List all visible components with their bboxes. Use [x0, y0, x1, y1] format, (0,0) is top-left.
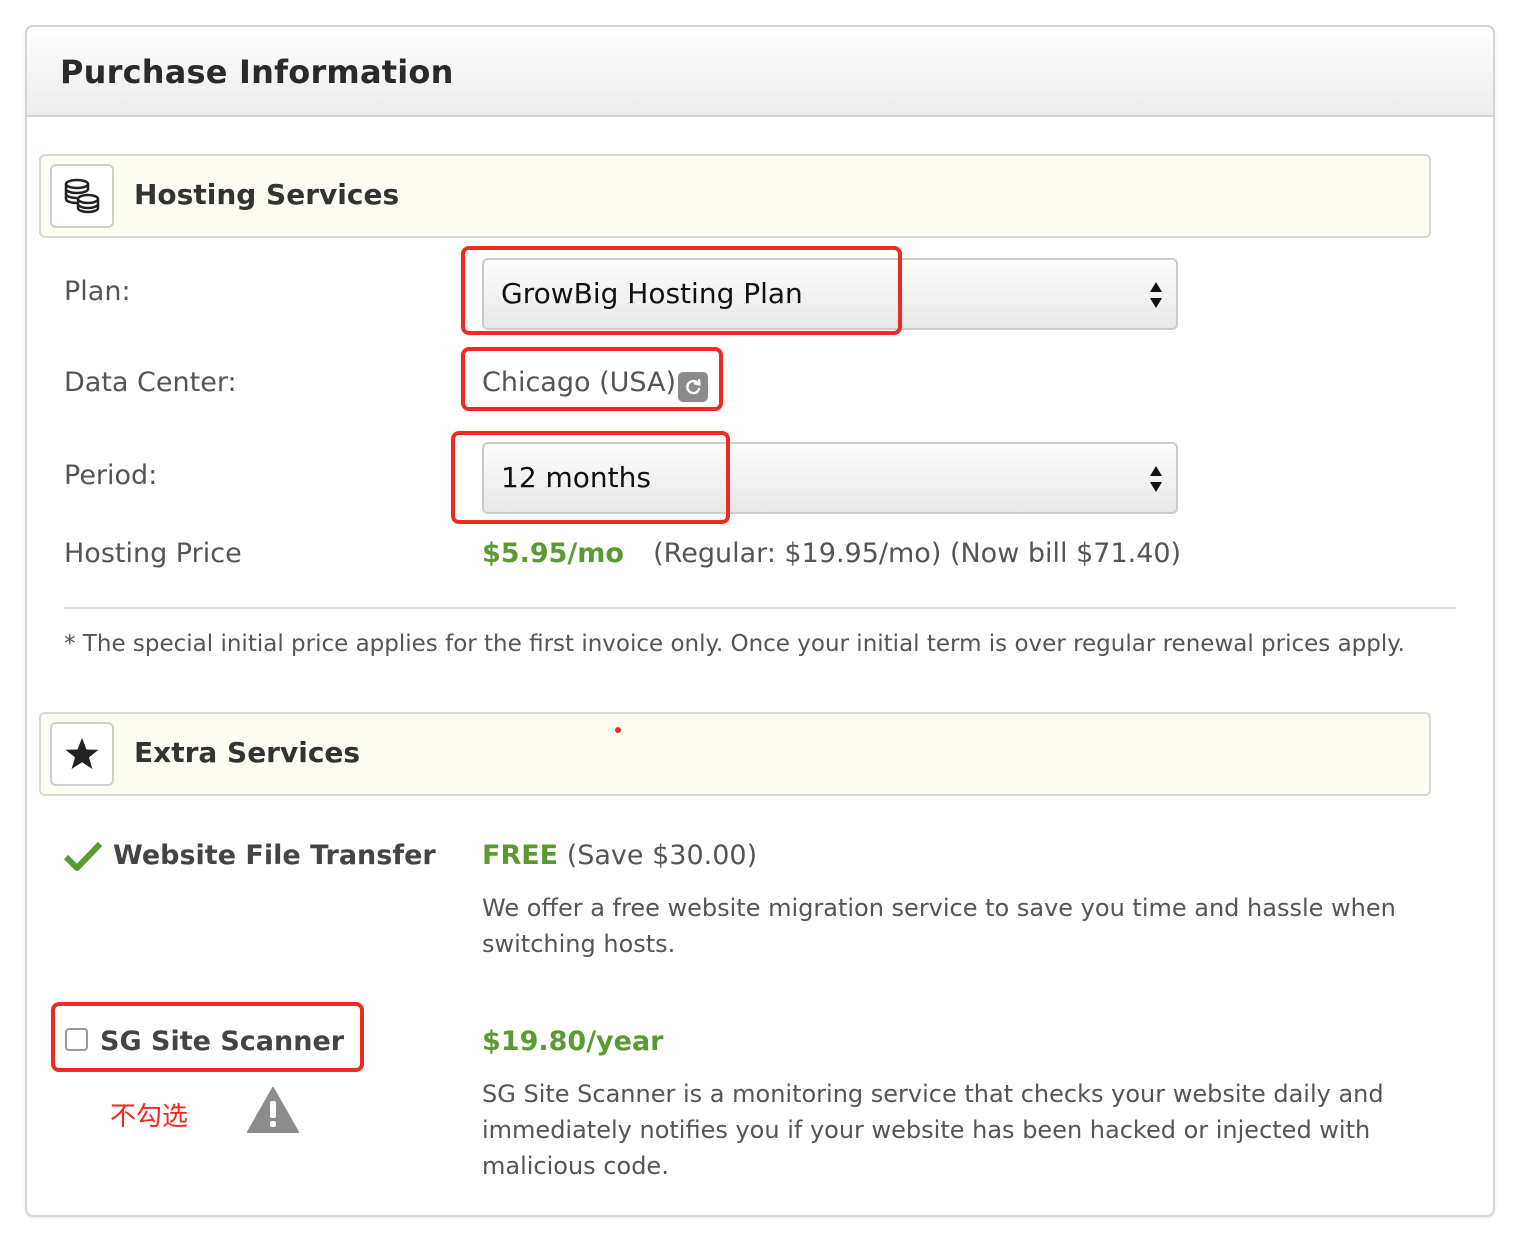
data-center-label: Data Center:	[64, 367, 237, 398]
divider	[64, 607, 1456, 609]
data-center-highlight-box	[461, 347, 723, 411]
database-coins-icon	[50, 164, 114, 228]
checkmark-icon	[64, 841, 102, 871]
hosting-price-value: $5.95/mo (Regular: $19.95/mo) (Now bill …	[482, 538, 1181, 569]
promo-price: $5.95/mo	[482, 538, 624, 569]
warning-triangle-icon	[247, 1087, 299, 1133]
plan-highlight-box	[461, 246, 902, 335]
extra-services-title: Extra Services	[134, 736, 361, 769]
file-transfer-description: We offer a free website migration servic…	[482, 894, 1396, 958]
hosting-services-header: Hosting Services	[39, 154, 1431, 238]
price-note: * The special initial price applies for …	[64, 631, 1405, 657]
panel-header: Purchase Information	[27, 27, 1493, 117]
hosting-price-label: Hosting Price	[64, 538, 242, 569]
period-highlight-box	[451, 431, 730, 524]
plan-label: Plan:	[64, 276, 131, 307]
period-label: Period:	[64, 460, 158, 491]
file-transfer-free: FREE	[482, 840, 559, 871]
file-transfer-price: FREE (Save $30.00)	[482, 840, 757, 871]
site-scanner-highlight-box	[51, 1002, 364, 1072]
extra-services-header: Extra Services	[39, 712, 1431, 796]
site-scanner-price: $19.80/year	[482, 1026, 664, 1057]
select-arrows-icon	[1150, 282, 1162, 308]
annotation-dot	[615, 727, 621, 733]
select-arrows-icon	[1150, 466, 1162, 492]
uncheck-annotation: 不勾选	[110, 1102, 189, 1132]
file-transfer-savings: (Save $30.00)	[566, 840, 758, 871]
hosting-services-title: Hosting Services	[134, 178, 400, 211]
file-transfer-name: Website File Transfer	[113, 840, 436, 871]
panel-title: Purchase Information	[60, 53, 454, 91]
site-scanner-description: SG Site Scanner is a monitoring service …	[482, 1080, 1384, 1180]
regular-price: (Regular: $19.95/mo) (Now bill $71.40)	[653, 538, 1182, 569]
star-icon	[50, 722, 114, 786]
